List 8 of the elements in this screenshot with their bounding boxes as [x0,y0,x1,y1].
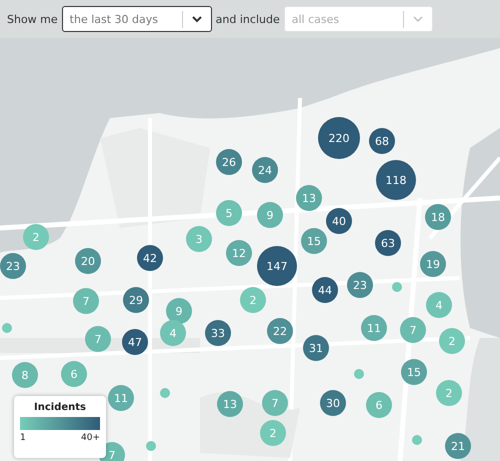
legend-title: Incidents [33,402,87,413]
period-select[interactable]: the last 30 days [62,6,212,32]
filter-label: Show me [7,12,58,26]
chevron-down-icon [190,15,203,23]
filter-label: and include [216,12,280,26]
chevron-down-icon [412,15,424,23]
scale-min-label: 1 [20,433,26,443]
scale-max-label: 40+ [81,433,100,443]
